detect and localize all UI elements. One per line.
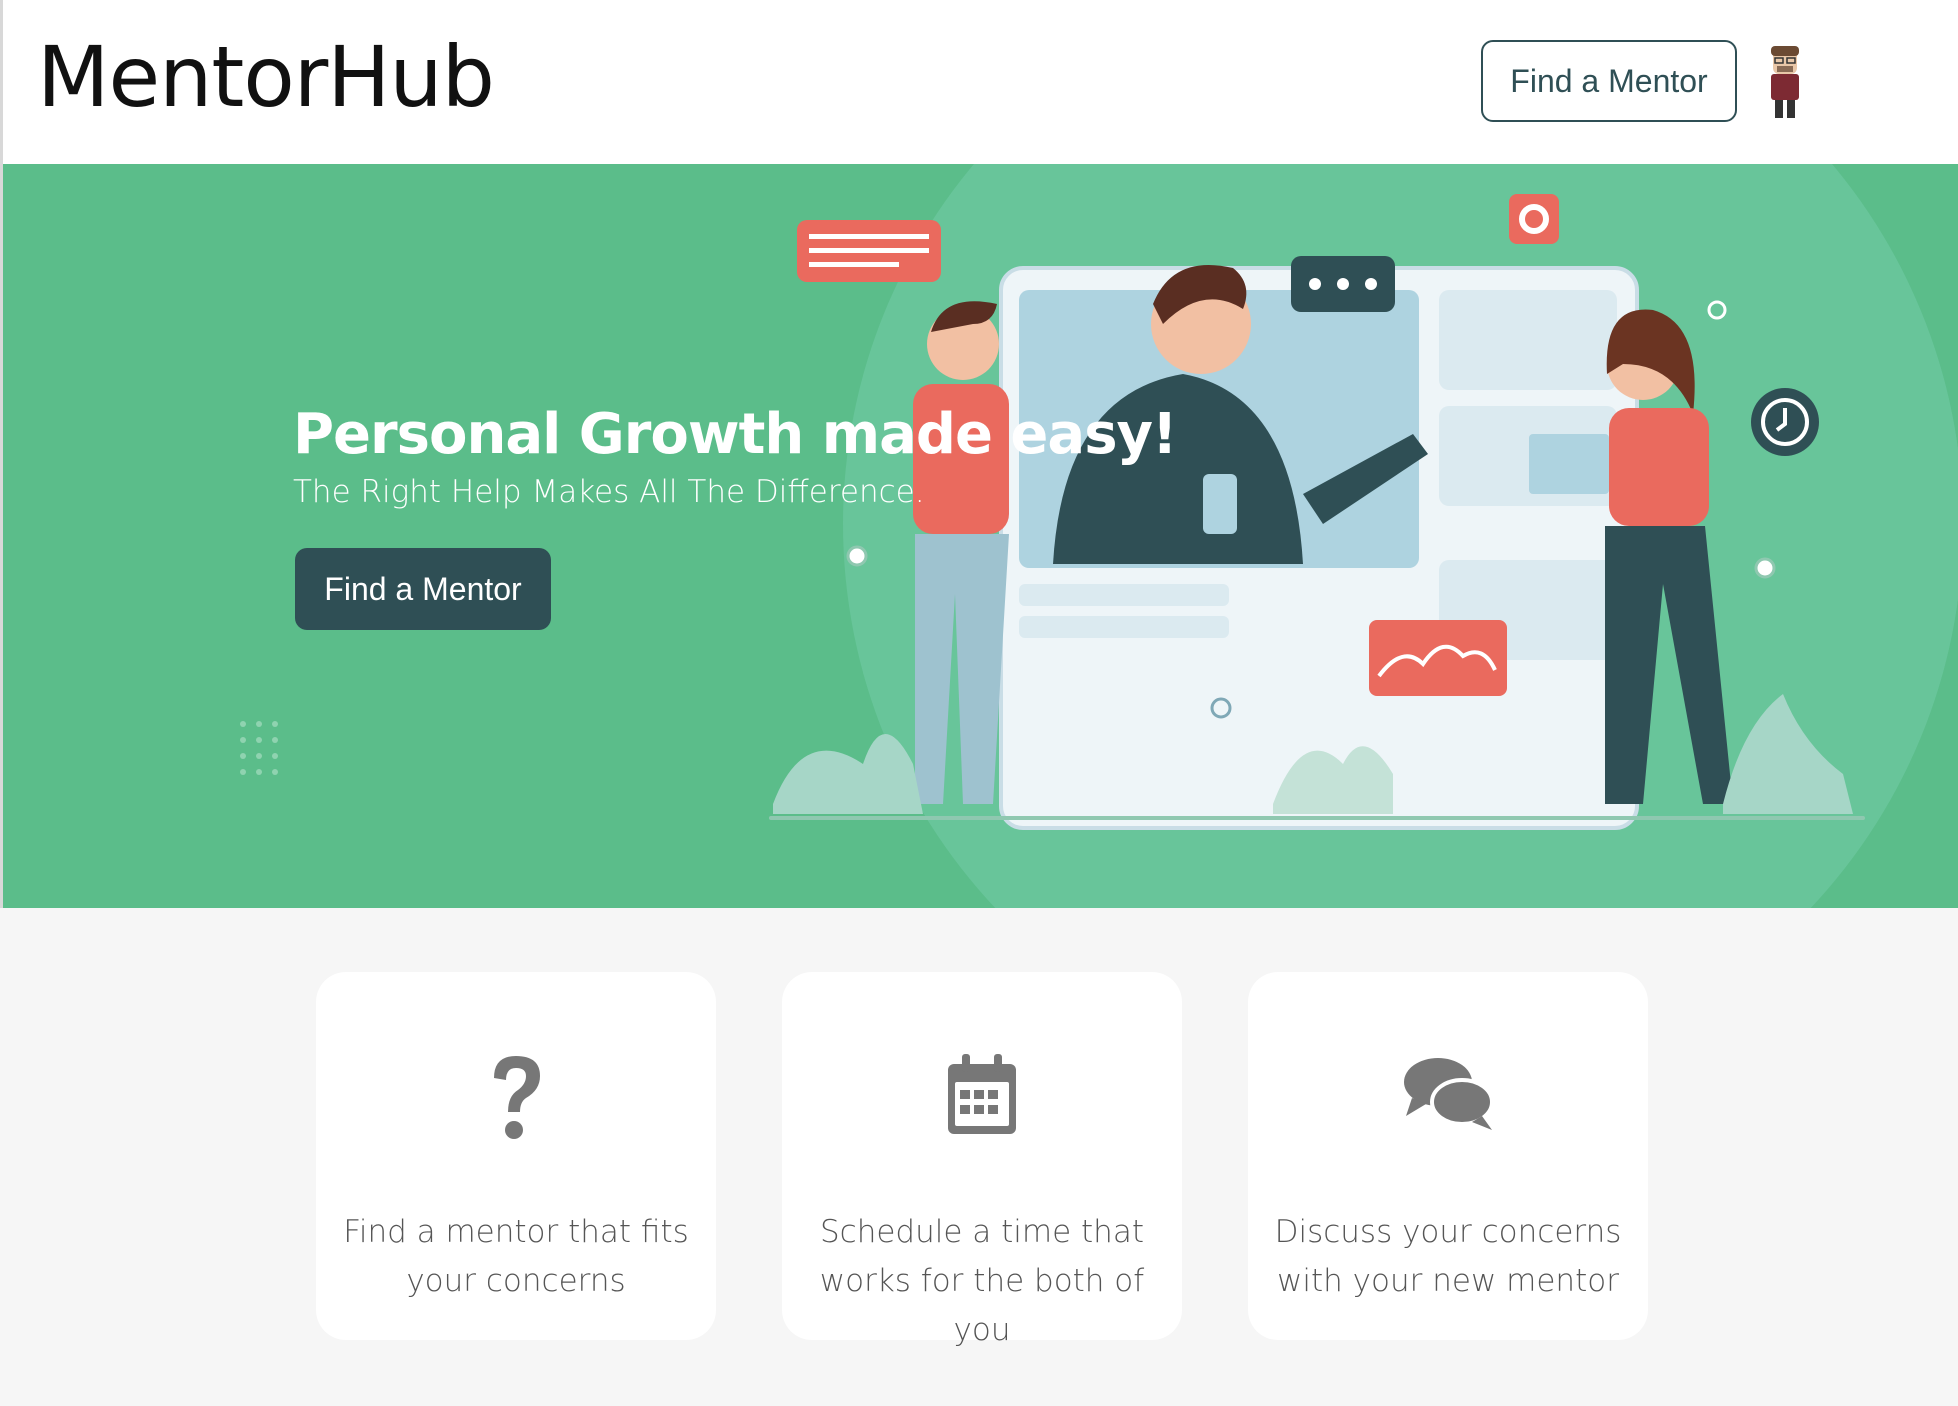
question-icon (494, 1056, 540, 1139)
feature-text: Discuss your concerns with your new ment… (1274, 1214, 1622, 1299)
hero-illustration (3, 164, 1958, 908)
hero-title: Personal Growth made easy! (293, 402, 1178, 467)
calendar-icon (948, 1054, 1016, 1134)
feature-card-discuss: Discuss your concerns with your new ment… (1248, 972, 1648, 1340)
site-logo[interactable]: MentorHub (37, 28, 495, 126)
hero-banner: Personal Growth made easy! The Right Hel… (0, 164, 1958, 908)
find-mentor-button[interactable]: Find a Mentor (1481, 40, 1737, 122)
feature-card-schedule: Schedule a time that works for the both … (782, 972, 1182, 1348)
avatar[interactable] (1761, 44, 1809, 120)
chat-bubbles-icon (1404, 1058, 1494, 1130)
feature-text: Schedule a time that works for the both … (819, 1214, 1145, 1348)
features-section: Find a mentor that fits your concerns Sc… (0, 908, 1958, 1406)
hero-find-mentor-button[interactable]: Find a Mentor (295, 548, 551, 630)
top-navbar: MentorHub Find a Mentor (0, 0, 1958, 164)
feature-card-find: Find a mentor that fits your concerns (316, 972, 716, 1340)
hero-subtitle: The Right Help Makes All The Difference. (293, 474, 925, 510)
feature-text: Find a mentor that fits your concerns (343, 1214, 689, 1299)
